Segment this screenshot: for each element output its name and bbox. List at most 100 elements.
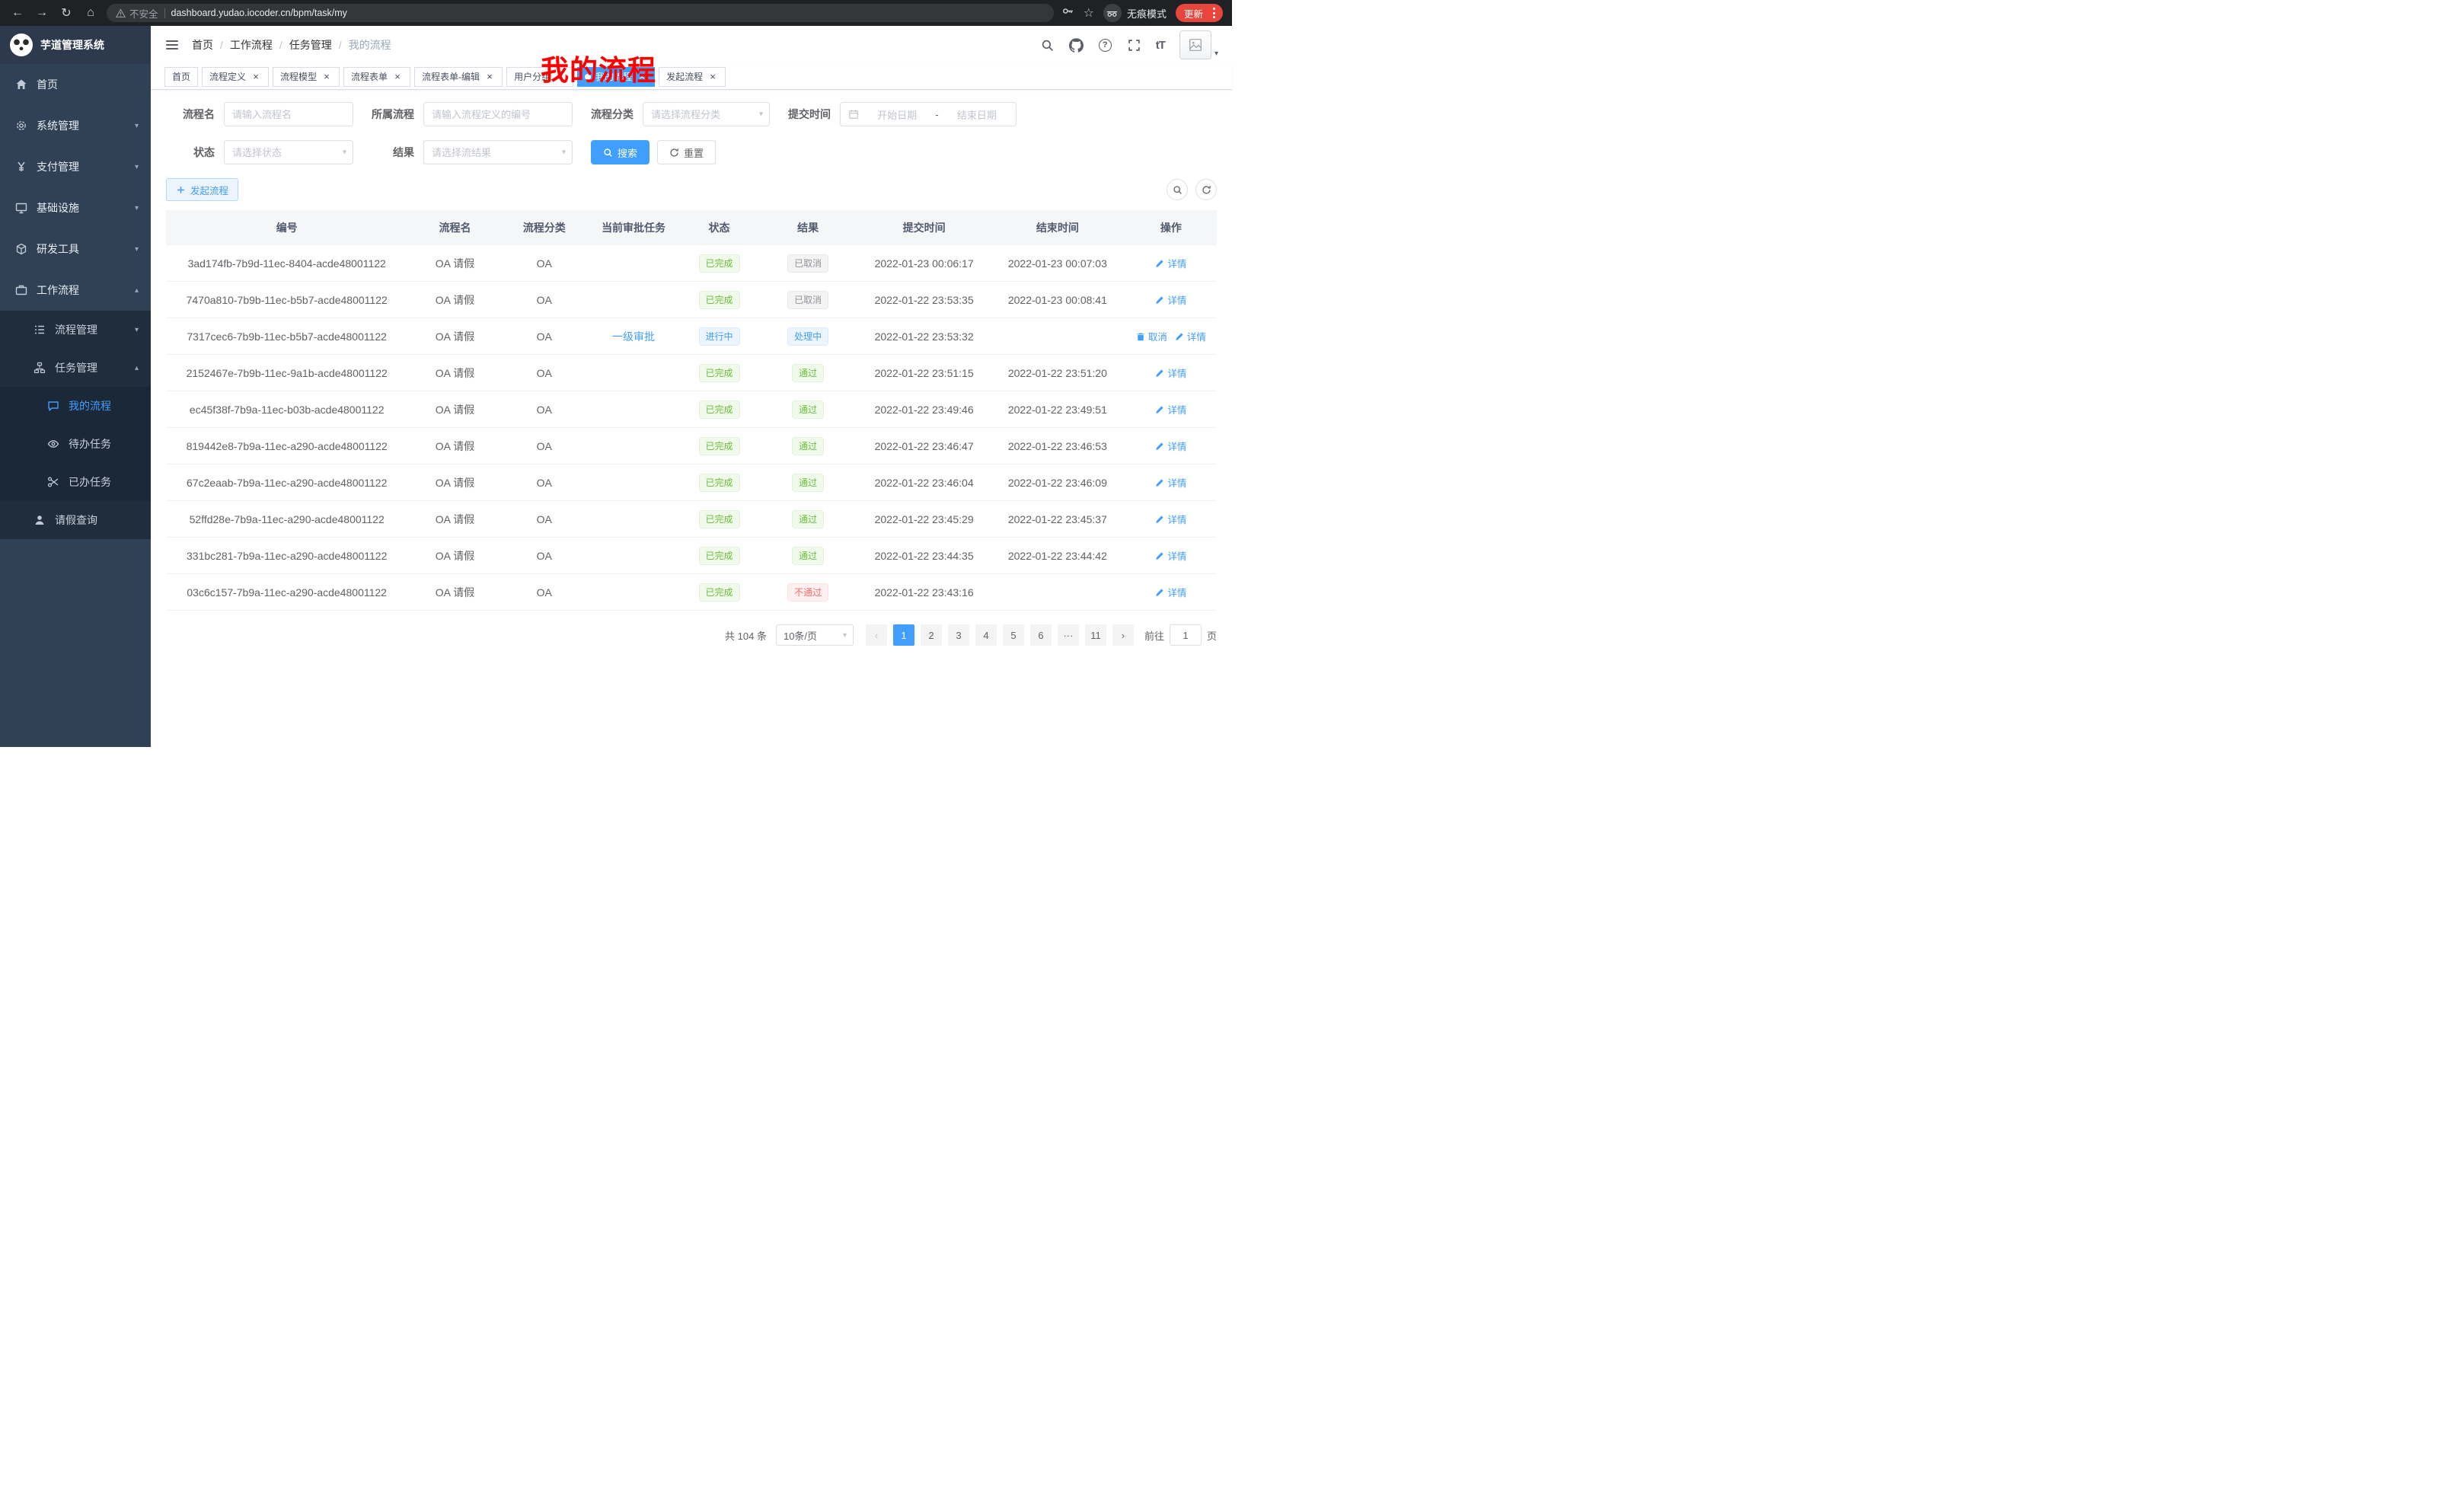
tab-process-form[interactable]: 流程表单×: [343, 67, 410, 87]
address-bar[interactable]: 不安全 dashboard.yudao.iocoder.cn/bpm/task/…: [107, 4, 1054, 22]
reload-icon[interactable]: ↻: [58, 5, 75, 21]
detail-link[interactable]: 详情: [1155, 292, 1186, 307]
app-logo[interactable]: 芋道管理系统: [0, 26, 151, 64]
app-title: 芋道管理系统: [40, 37, 104, 53]
prev-page-button[interactable]: ‹: [866, 624, 887, 646]
result-badge: 处理中: [787, 327, 828, 346]
sidebar-item-payment[interactable]: 支付管理 ▾: [0, 146, 151, 187]
page-button[interactable]: 1: [893, 624, 914, 646]
chevron-down-icon: ▾: [135, 122, 139, 130]
browser-menu-icon[interactable]: [1209, 8, 1219, 18]
font-size-icon[interactable]: tT: [1156, 39, 1165, 52]
close-icon[interactable]: ×: [251, 72, 261, 82]
detail-link[interactable]: 详情: [1155, 585, 1186, 599]
tab-process-model[interactable]: 流程模型×: [273, 67, 340, 87]
sidebar-item-home[interactable]: 首页: [0, 64, 151, 105]
tab-start-process[interactable]: 发起流程×: [659, 67, 726, 87]
github-icon[interactable]: [1069, 38, 1084, 53]
close-icon[interactable]: ×: [555, 72, 566, 82]
fullscreen-icon[interactable]: [1127, 38, 1141, 53]
user-icon: [34, 514, 46, 526]
sidebar-item-todo-tasks[interactable]: 待办任务: [0, 425, 151, 463]
hamburger-icon[interactable]: [164, 37, 180, 53]
result-badge: 不通过: [787, 583, 828, 602]
sidebar-item-process-mgmt[interactable]: 流程管理 ▾: [0, 311, 151, 349]
sidebar-item-infra[interactable]: 基础设施 ▾: [0, 187, 151, 228]
update-chip[interactable]: 更新: [1176, 4, 1223, 22]
cell-process-id: 52ffd28e-7b9a-11ec-a290-acde48001122: [166, 501, 407, 537]
reset-button[interactable]: 重置: [657, 140, 716, 164]
breadcrumb: 首页 / 工作流程 / 任务管理 / 我的流程: [192, 37, 391, 53]
category-select[interactable]: [643, 102, 770, 126]
sidebar-item-leave-query[interactable]: 请假查询: [0, 501, 151, 539]
more-pages-button[interactable]: ···: [1058, 624, 1079, 646]
search-button[interactable]: 搜索: [591, 140, 650, 164]
next-page-button[interactable]: ›: [1112, 624, 1134, 646]
result-select[interactable]: [423, 140, 573, 164]
tab-user-group[interactable]: 用户分组×: [506, 67, 573, 87]
detail-link[interactable]: 详情: [1155, 402, 1186, 417]
breadcrumb-home[interactable]: 首页: [192, 37, 213, 53]
detail-link[interactable]: 详情: [1155, 475, 1186, 490]
home-icon[interactable]: ⌂: [82, 5, 99, 21]
status-badge: 已完成: [699, 583, 740, 602]
sidebar-item-workflow[interactable]: 工作流程 ▴: [0, 270, 151, 311]
page-button[interactable]: 3: [948, 624, 969, 646]
detail-link[interactable]: 详情: [1175, 329, 1206, 343]
forward-icon[interactable]: →: [34, 5, 50, 21]
close-icon[interactable]: ×: [321, 72, 332, 82]
tab-my-process[interactable]: 我的流程×: [577, 67, 655, 87]
tab-home[interactable]: 首页: [164, 67, 198, 87]
sidebar-item-system[interactable]: 系统管理 ▾: [0, 105, 151, 146]
password-key-icon[interactable]: [1061, 5, 1074, 21]
list-icon: [34, 324, 46, 336]
process-name-input[interactable]: [224, 102, 353, 126]
sidebar-item-done-tasks[interactable]: 已办任务: [0, 463, 151, 501]
browser-actions: ☆ 无痕模式 更新: [1061, 4, 1223, 22]
page-button[interactable]: 4: [975, 624, 997, 646]
page-button[interactable]: 6: [1030, 624, 1052, 646]
close-icon[interactable]: ×: [484, 72, 495, 82]
not-secure-indicator[interactable]: 不安全: [116, 6, 158, 21]
close-icon[interactable]: ×: [392, 72, 403, 82]
toggle-search-button[interactable]: [1167, 179, 1188, 200]
breadcrumb-task-mgmt[interactable]: 任务管理: [289, 37, 332, 53]
page-button[interactable]: 5: [1003, 624, 1024, 646]
detail-link[interactable]: 详情: [1155, 256, 1186, 270]
search-icon[interactable]: [1040, 38, 1055, 53]
user-menu[interactable]: ▾: [1179, 30, 1218, 59]
tab-process-definition[interactable]: 流程定义×: [202, 67, 269, 87]
breadcrumb-workflow[interactable]: 工作流程: [230, 37, 273, 53]
help-icon[interactable]: ?: [1098, 38, 1112, 53]
incognito-icon: [1103, 4, 1122, 22]
sidebar-item-task-mgmt[interactable]: 任务管理 ▴: [0, 349, 151, 387]
status-select[interactable]: [224, 140, 353, 164]
avatar: [1179, 30, 1211, 59]
bookmark-star-icon[interactable]: ☆: [1084, 5, 1094, 21]
cancel-link[interactable]: 取消: [1136, 329, 1167, 343]
filter-row-2: 状态 ▾ 结果 ▾: [166, 140, 1217, 164]
refresh-button[interactable]: [1195, 179, 1217, 200]
close-icon[interactable]: ×: [707, 72, 718, 82]
page-size-select[interactable]: 10条/页 ▾: [776, 624, 854, 646]
detail-link[interactable]: 详情: [1155, 366, 1186, 380]
current-task-link[interactable]: 一级审批: [612, 329, 655, 344]
eye-icon: [47, 438, 59, 450]
sidebar-item-devtools[interactable]: 研发工具 ▾: [0, 228, 151, 270]
gear-icon: [15, 120, 27, 132]
page-button[interactable]: 11: [1085, 624, 1106, 646]
page-button[interactable]: 2: [921, 624, 942, 646]
back-icon[interactable]: ←: [9, 5, 26, 21]
tab-process-form-edit[interactable]: 流程表单-编辑×: [414, 67, 503, 87]
create-process-button[interactable]: 发起流程: [166, 178, 238, 201]
goto-page-input[interactable]: [1170, 624, 1202, 646]
sidebar-item-my-process[interactable]: 我的流程: [0, 387, 151, 425]
detail-link[interactable]: 详情: [1155, 512, 1186, 526]
table-row: 7317cec6-7b9b-11ec-b5b7-acde48001122 OA …: [166, 318, 1217, 355]
goto-unit: 页: [1207, 628, 1217, 643]
submit-time-range-picker[interactable]: 开始日期 - 结束日期: [840, 102, 1017, 126]
detail-link[interactable]: 详情: [1155, 439, 1186, 453]
detail-link[interactable]: 详情: [1155, 548, 1186, 563]
close-icon[interactable]: ×: [637, 72, 647, 82]
process-def-input[interactable]: [423, 102, 573, 126]
